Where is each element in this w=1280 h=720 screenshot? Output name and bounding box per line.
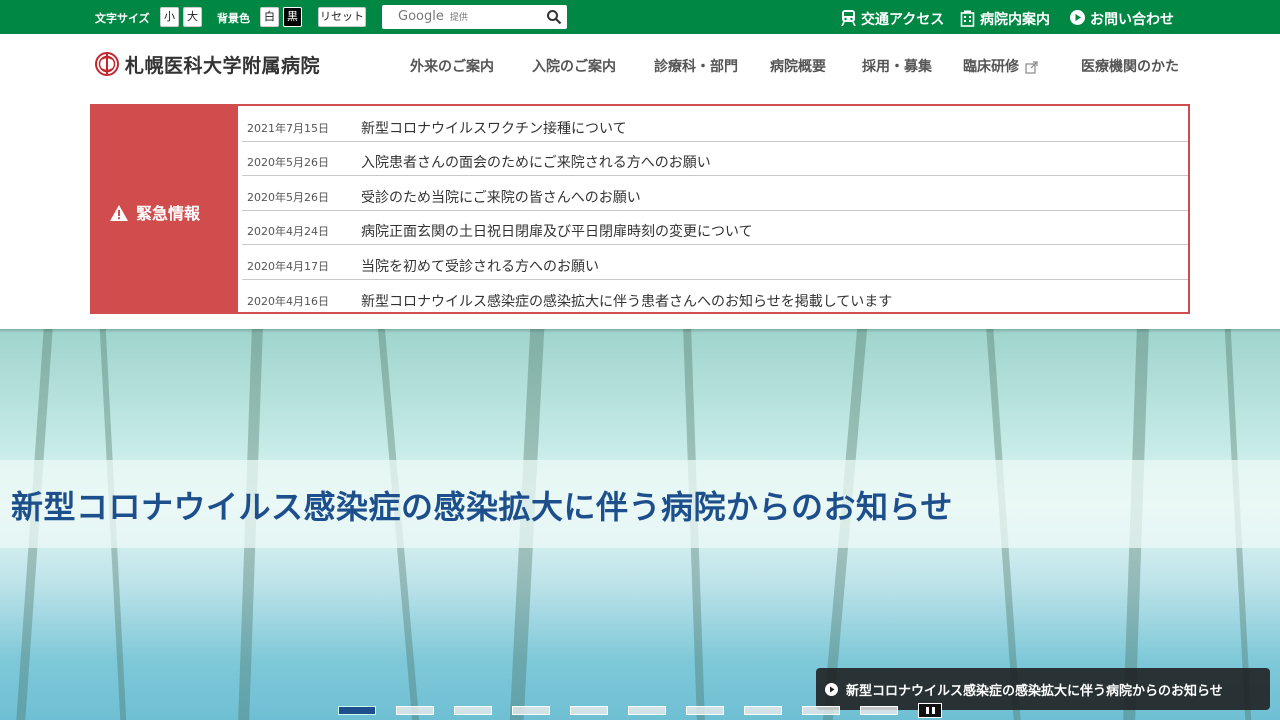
emergency-item[interactable]: 2020年4月16日 新型コロナウイルス感染症の感染拡大に伴う患者さんへのお知ら… xyxy=(242,281,1188,315)
slide-indicator[interactable] xyxy=(454,706,492,715)
nav-inpatient[interactable]: 入院のご案内 xyxy=(532,56,616,76)
emergency-item-link[interactable]: 新型コロナウイルスワクチン接種について xyxy=(361,118,627,138)
top-utility-bar: 文字サイズ 小 大 背景色 白 黒 リセット Google 提供 交通アクセス 病… xyxy=(0,0,1280,34)
emergency-item-date: 2020年4月17日 xyxy=(247,260,329,273)
slide-indicator[interactable] xyxy=(744,706,782,715)
play-circle-icon xyxy=(1070,10,1085,25)
play-circle-icon xyxy=(825,683,838,696)
external-link-icon xyxy=(1025,60,1038,74)
nav-about[interactable]: 病院概要 xyxy=(770,56,826,76)
slide-indicator[interactable] xyxy=(686,706,724,715)
font-small-button[interactable]: 小 xyxy=(160,7,179,27)
slide-indicator[interactable] xyxy=(628,706,666,715)
emergency-item-link[interactable]: 病院正面玄関の土日祝日閉扉及び平日閉扉時刻の変更について xyxy=(361,221,753,241)
emergency-item-link[interactable]: 入院患者さんの面会のためにご来院される方へのお願い xyxy=(361,152,711,172)
emergency-item[interactable]: 2020年4月17日 当院を初めて受診される方へのお願い xyxy=(242,246,1188,280)
font-size-label: 文字サイズ xyxy=(95,12,150,25)
emergency-header: 緊急情報 xyxy=(92,106,238,312)
bg-color-label: 背景色 xyxy=(217,12,250,25)
contact-link[interactable]: お問い合わせ xyxy=(1070,9,1188,28)
slide-indicator[interactable] xyxy=(860,706,898,715)
bg-black-button[interactable]: 黒 xyxy=(283,7,302,27)
slide-indicator[interactable] xyxy=(802,706,840,715)
font-large-button[interactable]: 大 xyxy=(183,7,202,27)
nav-departments[interactable]: 診療科・部門 xyxy=(654,56,738,76)
emergency-title: 緊急情報 xyxy=(136,204,201,223)
emergency-item-date: 2021年7月15日 xyxy=(247,122,329,135)
emergency-item-date: 2020年4月24日 xyxy=(247,225,329,238)
slide-caption[interactable]: 新型コロナウイルス感染症の感染拡大に伴う病院からのお知らせ xyxy=(816,668,1270,710)
slide-indicator[interactable] xyxy=(396,706,434,715)
emergency-item-date: 2020年5月26日 xyxy=(247,191,329,204)
slide-caption-text[interactable]: 新型コロナウイルス感染症の感染拡大に伴う病院からのお知らせ xyxy=(846,680,1223,699)
nav-outpatient[interactable]: 外来のご案内 xyxy=(410,56,494,76)
emergency-panel: 緊急情報 2021年7月15日 新型コロナウイルスワクチン接種について 2020… xyxy=(90,104,1190,314)
slide-indicator[interactable] xyxy=(338,706,376,715)
pause-button[interactable] xyxy=(918,703,942,718)
reset-button[interactable]: リセット xyxy=(318,7,366,27)
pause-icon-bar xyxy=(932,707,935,714)
emergency-item-date: 2020年5月26日 xyxy=(247,156,329,169)
train-icon xyxy=(841,10,856,26)
emergency-item[interactable]: 2020年5月26日 入院患者さんの面会のためにご来院される方へのお願い xyxy=(242,142,1188,176)
emergency-item-link[interactable]: 当院を初めて受診される方へのお願い xyxy=(361,256,599,276)
search-input[interactable]: Google 提供 xyxy=(382,5,567,29)
slide-indicator[interactable] xyxy=(570,706,608,715)
nav-medical-institutions[interactable]: 医療機関のかた xyxy=(1081,56,1179,76)
hero-top-shadow xyxy=(0,329,1280,333)
nav-clinical-training[interactable]: 臨床研修 xyxy=(963,56,1038,76)
nav-recruit[interactable]: 採用・募集 xyxy=(862,56,932,76)
emergency-item-link[interactable]: 受診のため当院にご来院の皆さんへのお願い xyxy=(361,187,641,207)
emergency-item[interactable]: 2020年5月26日 受診のため当院にご来院の皆さんへのお願い xyxy=(242,177,1188,211)
hospital-name: 札幌医科大学附属病院 xyxy=(125,55,321,77)
emergency-item[interactable]: 2021年7月15日 新型コロナウイルスワクチン接種について xyxy=(242,108,1188,142)
slide-indicator[interactable] xyxy=(512,706,550,715)
hero-slideshow[interactable]: 新型コロナウイルス感染症の感染拡大に伴う病院からのお知らせ xyxy=(0,329,1280,720)
bg-white-button[interactable]: 白 xyxy=(260,7,279,27)
hospital-guide-link[interactable]: 病院内案内 xyxy=(960,9,1064,28)
building-icon xyxy=(960,10,975,27)
emergency-item[interactable]: 2020年4月24日 病院正面玄関の土日祝日閉扉及び平日閉扉時刻の変更について xyxy=(242,211,1188,245)
pause-icon-bar xyxy=(926,707,929,714)
emergency-item-date: 2020年4月16日 xyxy=(247,295,329,308)
access-link[interactable]: 交通アクセス xyxy=(841,9,953,28)
hero-title[interactable]: 新型コロナウイルス感染症の感染拡大に伴う病院からのお知らせ xyxy=(11,482,953,528)
hero-title-band: 新型コロナウイルス感染症の感染拡大に伴う病院からのお知らせ xyxy=(0,460,1280,548)
search-icon[interactable] xyxy=(546,9,562,25)
emergency-item-link[interactable]: 新型コロナウイルス感染症の感染拡大に伴う患者さんへのお知らせを掲載しています xyxy=(361,291,892,311)
warning-icon xyxy=(110,205,128,221)
hospital-emblem-icon xyxy=(95,52,119,76)
search-placeholder: Google 提供 xyxy=(398,9,468,24)
